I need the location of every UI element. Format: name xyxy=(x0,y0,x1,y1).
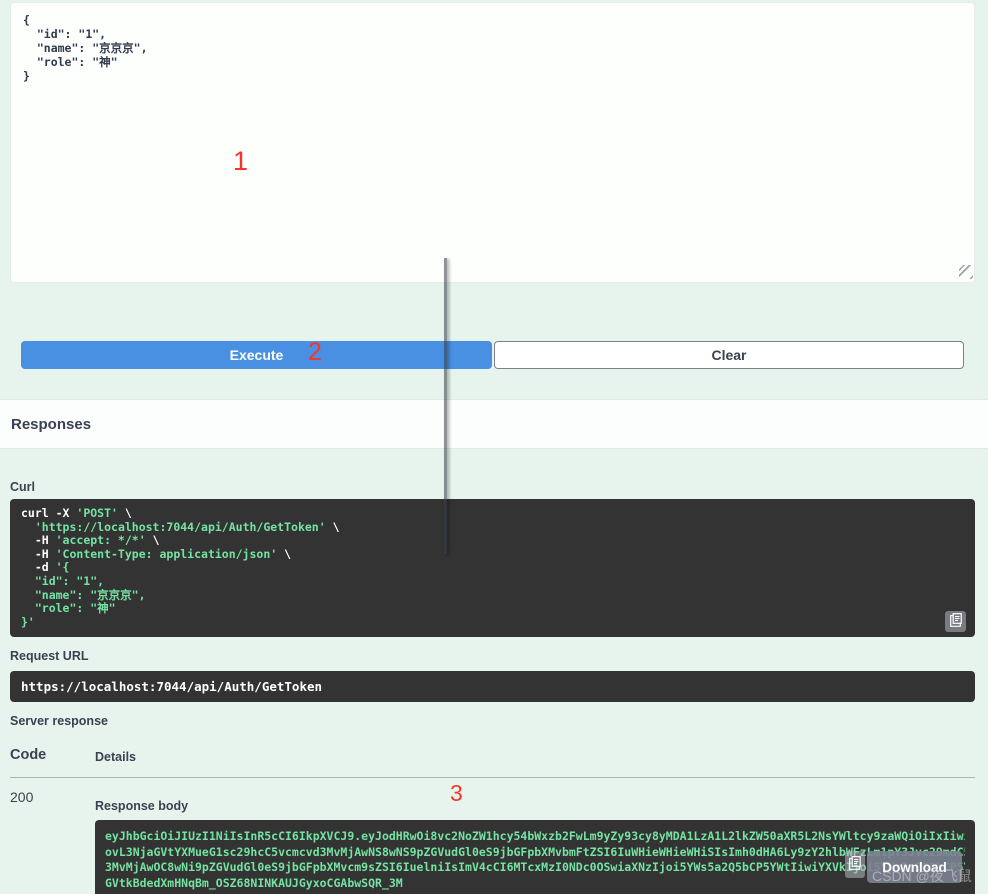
details-column-header: Details xyxy=(95,750,136,764)
request-url-value: https://localhost:7044/api/Auth/GetToken xyxy=(10,671,975,702)
step-annotation-3: 3 xyxy=(450,780,463,807)
clipboard-icon xyxy=(950,613,962,630)
clipboard-icon xyxy=(849,856,861,873)
curl-label: Curl xyxy=(10,480,35,494)
response-body-label: Response body xyxy=(95,799,188,813)
step-annotation-1: 1 xyxy=(233,146,248,177)
responses-section-header: Responses xyxy=(0,399,988,449)
watermark: CSDN @夜飞鼠 xyxy=(872,866,972,886)
status-code: 200 xyxy=(10,789,33,805)
textarea-resize-grip[interactable] xyxy=(959,265,973,279)
code-column-header: Code xyxy=(10,747,46,763)
execute-button[interactable]: Execute xyxy=(21,341,492,369)
request-url-label: Request URL xyxy=(10,649,88,663)
curl-command: curl -X 'POST' \ 'https://localhost:7044… xyxy=(10,499,975,637)
table-divider xyxy=(10,777,975,778)
request-body-editor[interactable]: { "id": "1", "name": "京京京", "role": "神" … xyxy=(10,2,975,283)
responses-title: Responses xyxy=(11,416,91,433)
clear-button[interactable]: Clear xyxy=(494,341,964,369)
copy-curl-button[interactable] xyxy=(945,611,966,632)
swagger-operation-panel: { "id": "1", "name": "京京京", "role": "神" … xyxy=(0,0,988,894)
annotation-pointer-line xyxy=(444,258,447,554)
step-annotation-2: 2 xyxy=(308,338,322,367)
response-body-code: eyJhbGciOiJIUzI1NiIsInR5cCI6IkpXVCJ9.eyJ… xyxy=(95,820,975,894)
server-response-label: Server response xyxy=(10,714,108,728)
copy-response-button[interactable] xyxy=(845,851,865,878)
